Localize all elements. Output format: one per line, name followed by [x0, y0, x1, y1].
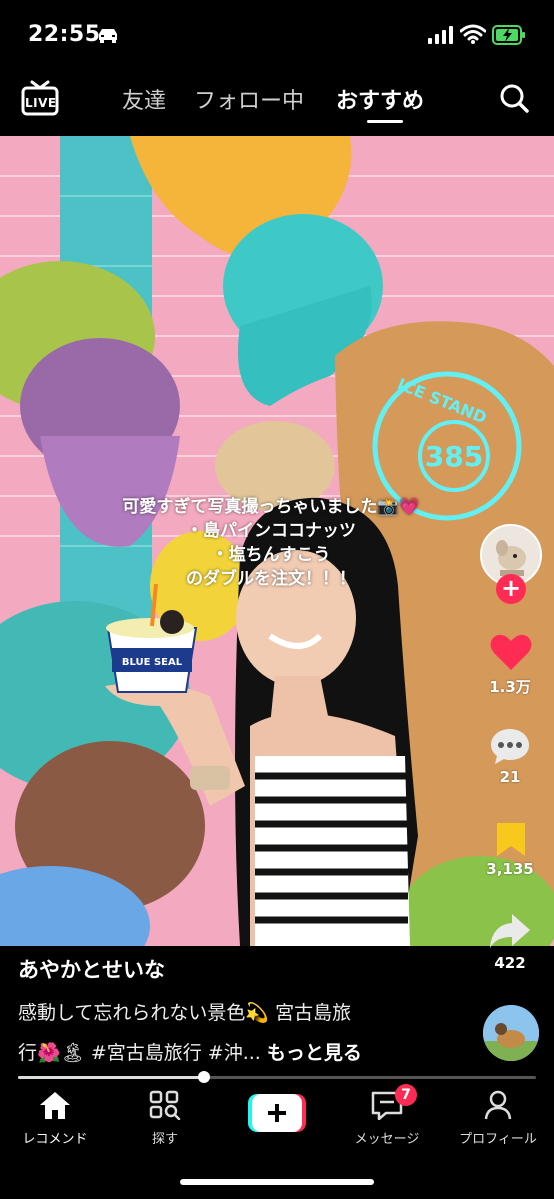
- video-overlay-text: 可愛すぎて写真撮っちゃいました📸💗 ・島パインココナッツ ・塩ちんすこう のダブ…: [86, 495, 456, 591]
- share-count: 422: [494, 954, 526, 972]
- like-count: 1.3万: [489, 678, 531, 696]
- inbox-badge: 7: [395, 1084, 417, 1106]
- active-tab-indicator: [367, 120, 403, 123]
- create-post-button[interactable]: [248, 1094, 306, 1132]
- nav-label: レコメンド: [22, 1132, 88, 1147]
- nav-label: メッセージ: [354, 1132, 420, 1147]
- home-icon: [40, 1092, 70, 1119]
- overlay-line: ・島パインココナッツ: [186, 521, 356, 541]
- search-icon[interactable]: [498, 82, 530, 114]
- overlay-line: ・塩ちんすこう: [211, 545, 331, 565]
- nav-profile[interactable]: プロフィール: [443, 1090, 553, 1147]
- overlay-line: のダブルを注文！！！: [186, 569, 356, 589]
- heart-icon[interactable]: [489, 632, 533, 672]
- discover-grid-icon: [149, 1090, 181, 1121]
- bookmark-icon[interactable]: [494, 820, 528, 858]
- follow-button[interactable]: +: [496, 574, 526, 604]
- tab-friends[interactable]: 友達: [122, 83, 166, 115]
- battery-charging-icon: [492, 25, 525, 45]
- status-bar: 22:55: [0, 0, 554, 70]
- tab-for-you[interactable]: おすすめ: [336, 83, 424, 115]
- live-label: LIVE: [25, 96, 57, 110]
- nav-label: 探す: [151, 1132, 178, 1147]
- cup-label: BLUE SEAL: [122, 657, 183, 668]
- tab-following[interactable]: フォロー中: [194, 83, 304, 115]
- live-button[interactable]: LIVE: [20, 80, 60, 120]
- video-progress-handle[interactable]: [198, 1071, 211, 1083]
- comment-count: 21: [499, 768, 521, 786]
- car-icon: [99, 29, 117, 43]
- home-indicator: [180, 1179, 374, 1185]
- wifi-icon: [460, 24, 486, 44]
- caption-line-with-more[interactable]: 行🌺🏝 #宮古島旅行 #沖... もっと見る: [18, 1038, 362, 1065]
- overlay-line: 可愛すぎて写真撮っちゃいました📸💗: [122, 497, 420, 517]
- caption-text: 行🌺🏝 #宮古島旅行 #沖...: [18, 1042, 261, 1064]
- video-progress-fill: [18, 1076, 205, 1079]
- comment-icon[interactable]: [489, 726, 531, 766]
- see-more-link[interactable]: もっと見る: [267, 1042, 362, 1064]
- clock: 22:55: [28, 22, 101, 47]
- profile-icon: [484, 1090, 512, 1120]
- cellular-signal-icon: [428, 26, 453, 44]
- sound-thumbnail-icon: [483, 1005, 539, 1061]
- nav-discover[interactable]: 探す: [110, 1090, 220, 1147]
- nav-home[interactable]: レコメンド: [0, 1090, 110, 1147]
- creator-username[interactable]: あやかとせいな: [18, 954, 165, 984]
- nav-inbox[interactable]: メッセージ: [332, 1090, 442, 1147]
- caption-line[interactable]: 感動して忘れられない景色💫 宮古島旅: [18, 998, 351, 1025]
- nav-label: プロフィール: [459, 1132, 537, 1147]
- share-icon[interactable]: [488, 910, 532, 950]
- neon-sign-number: 385: [425, 440, 483, 473]
- save-count: 3,135: [486, 860, 534, 878]
- music-disc[interactable]: [483, 1005, 539, 1061]
